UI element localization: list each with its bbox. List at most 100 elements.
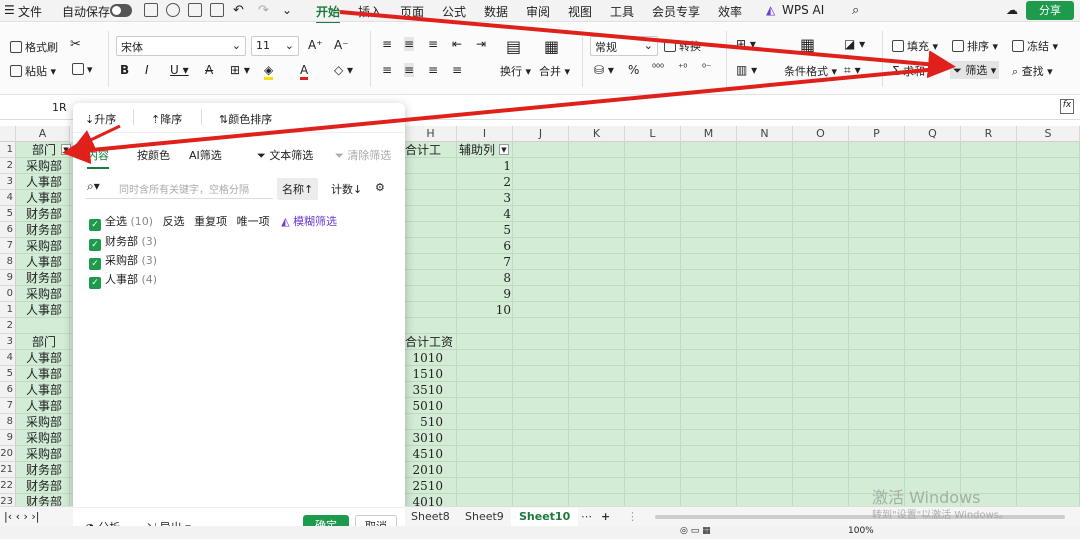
underline-icon[interactable]: U ▾	[170, 63, 189, 77]
tab-data[interactable]: 数据	[484, 3, 508, 20]
add-sheet-icon[interactable]: +	[601, 510, 610, 523]
sort-desc-button[interactable]: ⇡降序	[151, 111, 182, 127]
cell-dept[interactable]: 人事部	[18, 350, 70, 366]
font-size-select[interactable]: 11 ⌄	[251, 36, 299, 56]
redo-icon[interactable]: ↷	[258, 3, 269, 18]
menu-file[interactable]: 文件	[18, 3, 42, 20]
select-all-label[interactable]: 全选	[105, 215, 127, 228]
filter-dropdown-icon[interactable]: ▼	[499, 144, 509, 155]
thousands-icon[interactable]: ⁰⁰⁰	[652, 63, 664, 74]
item-checkbox[interactable]: ✓	[89, 277, 101, 289]
unique-button[interactable]: 唯一项	[237, 215, 270, 228]
name-box[interactable]: 1R	[52, 101, 67, 114]
tab-formula[interactable]: 公式	[442, 3, 466, 20]
cell-header[interactable]: 合计工资	[405, 334, 457, 350]
cell-value[interactable]: 4510	[407, 446, 443, 462]
row-header[interactable]: 2	[0, 318, 16, 334]
tab-ai-filter[interactable]: AI筛选	[189, 147, 222, 163]
tab-member[interactable]: 会员专享	[652, 3, 700, 20]
item-checkbox[interactable]: ✓	[89, 258, 101, 270]
select-all-checkbox[interactable]: ✓	[89, 219, 101, 231]
column-header[interactable]: M	[681, 126, 737, 142]
row-header[interactable]: 5	[0, 206, 16, 222]
sheet-nav-arrows[interactable]: |‹ ‹ › ›|	[4, 510, 40, 523]
row-header[interactable]: 4	[0, 350, 16, 366]
column-header[interactable]: L	[625, 126, 681, 142]
column-header[interactable]: J	[513, 126, 569, 142]
undo-icon[interactable]: ↶	[233, 3, 244, 18]
cell-dept[interactable]: 采购部	[18, 446, 70, 462]
bold-icon[interactable]: B	[120, 63, 129, 77]
number-format-select[interactable]: 常规 ⌄	[590, 36, 658, 56]
view-icon[interactable]: ◎ ▭ ▦	[680, 526, 711, 536]
column-header[interactable]: A	[16, 126, 70, 142]
share-link-icon[interactable]	[166, 3, 180, 17]
cell-value[interactable]: 2	[459, 174, 511, 190]
search-icon[interactable]: ⌕	[852, 3, 859, 18]
cell-dept[interactable]: 财务部	[18, 462, 70, 478]
cell-dept[interactable]: 采购部	[18, 430, 70, 446]
cell-dept[interactable]: 人事部	[18, 254, 70, 270]
row-header[interactable]: 3	[0, 334, 16, 350]
increase-font-icon[interactable]: A⁺	[308, 38, 323, 52]
border-icon[interactable]: ⊞ ▾	[230, 63, 250, 77]
paste-button[interactable]: 粘贴 ▾	[10, 63, 56, 79]
cell-value[interactable]: 8	[459, 270, 511, 286]
cell-value[interactable]: 3	[459, 190, 511, 206]
print-icon[interactable]	[188, 3, 202, 17]
cell-dept[interactable]: 人事部	[18, 382, 70, 398]
indent-decrease-icon[interactable]: ⇤	[452, 37, 462, 51]
align-middle-icon[interactable]: ≡	[404, 37, 415, 51]
sort-by-count-button[interactable]: 计数↓	[331, 181, 362, 197]
row-header[interactable]: 21	[0, 462, 16, 478]
cell-dept[interactable]: 采购部	[18, 286, 70, 302]
tab-home[interactable]: 开始	[316, 3, 341, 24]
row-header[interactable]: 9	[0, 270, 16, 286]
cell-dept[interactable]: 财务部	[18, 270, 70, 286]
tab-review[interactable]: 审阅	[526, 3, 550, 20]
cell-style-icon[interactable]: ◪ ▾	[844, 37, 865, 51]
select-all-corner[interactable]	[0, 126, 16, 142]
rowcol-button[interactable]: ⊞ ▾	[736, 37, 756, 51]
tab-view[interactable]: 视图	[568, 3, 592, 20]
tab-tools[interactable]: 工具	[610, 3, 634, 20]
format-painter-button[interactable]: 格式刷	[10, 39, 58, 55]
item-checkbox[interactable]: ✓	[89, 239, 101, 251]
convert-button[interactable]: 转换	[664, 38, 701, 54]
function-icon[interactable]: fx	[1060, 99, 1074, 114]
cell-dept[interactable]: 人事部	[18, 190, 70, 206]
cell-header[interactable]: 合计工	[405, 142, 457, 158]
cell-dept[interactable]: 财务部	[18, 494, 70, 506]
clear-filter-button[interactable]: ⏷ 清除筛选	[335, 147, 391, 163]
column-header[interactable]: H	[405, 126, 457, 142]
row-header[interactable]: 0	[0, 286, 16, 302]
fuzzy-filter-button[interactable]: ◭ 模糊筛选	[281, 215, 337, 228]
copy-button[interactable]: ▾	[72, 63, 93, 76]
column-header[interactable]: N	[737, 126, 793, 142]
cond-format-button[interactable]: 条件格式 ▾	[784, 63, 837, 79]
search-box[interactable]: ⌕▾ 同时含所有关键字，空格分隔	[85, 175, 273, 199]
row-header[interactable]: 1	[0, 302, 16, 318]
more-chevron-icon[interactable]: ⌄	[282, 3, 292, 17]
font-name-select[interactable]: 宋体 ⌄	[116, 36, 246, 56]
sheet-tab[interactable]: Sheet9	[465, 510, 504, 523]
row-header[interactable]: 4	[0, 190, 16, 206]
cut-icon[interactable]: ✂	[70, 37, 81, 52]
row-header[interactable]: 2	[0, 158, 16, 174]
currency-icon[interactable]: ⛁ ▾	[594, 63, 614, 77]
column-header[interactable]: P	[849, 126, 905, 142]
cell-header[interactable]: 辅助列	[459, 142, 503, 158]
text-filter-button[interactable]: ⏷ 文本筛选	[257, 147, 313, 163]
sum-button[interactable]: Σ 求和	[892, 63, 925, 79]
clear-format-icon[interactable]: ◇ ▾	[334, 63, 353, 77]
tab-efficiency[interactable]: 效率	[718, 3, 742, 20]
fill-button[interactable]: 填充 ▾	[892, 38, 938, 54]
cell-value[interactable]: 510	[407, 414, 443, 430]
justify-icon[interactable]: ≡	[452, 63, 462, 77]
list-settings-icon[interactable]: ⚙	[375, 181, 385, 194]
cell-value[interactable]: 5010	[407, 398, 443, 414]
tab-wps-ai[interactable]: WPS AI	[782, 3, 824, 17]
strikethrough-icon[interactable]: A	[205, 63, 213, 77]
cell-dept[interactable]: 财务部	[18, 206, 70, 222]
row-header[interactable]: 7	[0, 238, 16, 254]
